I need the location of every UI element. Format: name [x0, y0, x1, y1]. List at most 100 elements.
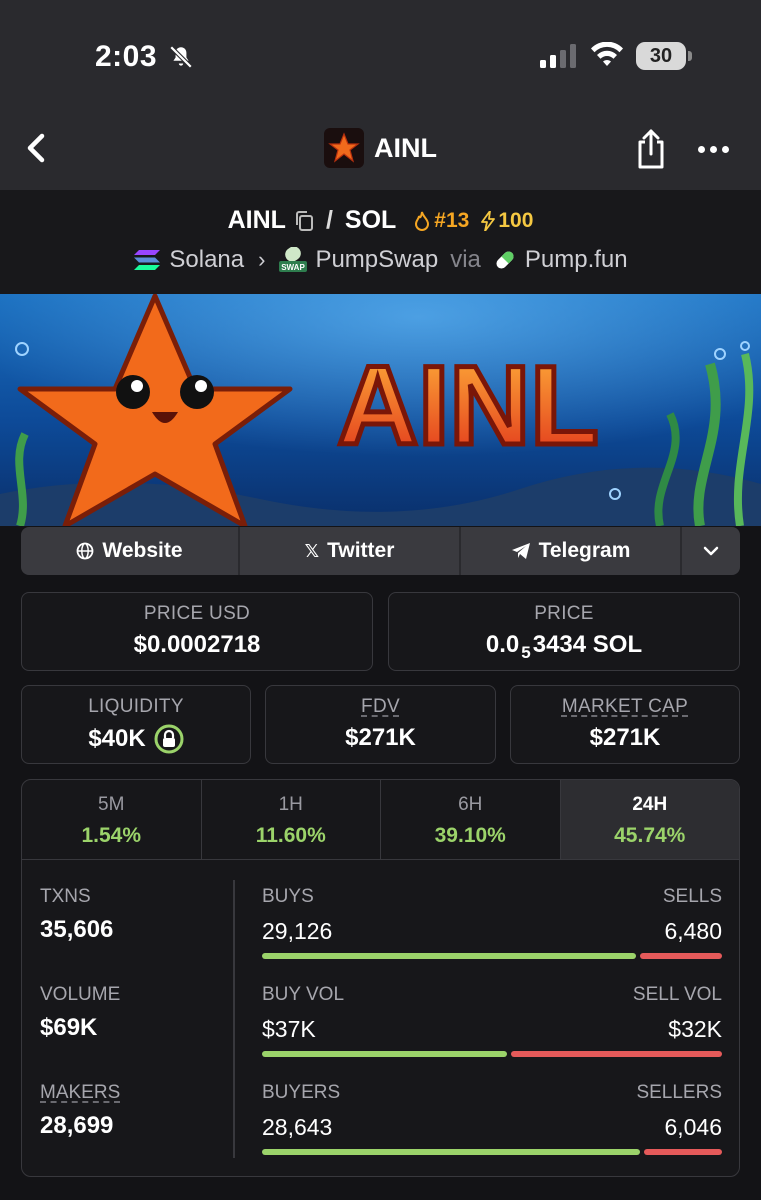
buy-vol-bar-fill [262, 1051, 507, 1057]
expand-links-button[interactable] [682, 527, 740, 575]
tab-1h[interactable]: 1H 11.60% [202, 780, 381, 859]
globe-icon [77, 542, 94, 560]
buys-sells-row: BUYS SELLS 29,126 6,480 [262, 886, 722, 959]
price-suffix: 3434 SOL [532, 631, 643, 658]
price-native-value: 0.0 5 3434 SOL [389, 631, 739, 662]
tab-change: 1.54% [81, 824, 142, 847]
price-zero-count: 5 [521, 643, 531, 662]
status-time: 2:03 [95, 40, 158, 73]
pumpswap-icon: SWAP [279, 247, 308, 272]
tab-change: 45.74% [614, 824, 686, 847]
lock-icon[interactable] [154, 724, 184, 754]
liquidity-value-row: $40K [22, 724, 250, 754]
sellers-bar-fill [643, 1149, 722, 1155]
volume-bar [262, 1051, 722, 1057]
tab-label: 1H [278, 794, 303, 815]
tab-label: 5M [98, 794, 125, 815]
base-token: AINL [227, 206, 286, 234]
timeframe-tabs: 5M 1.54% 1H 11.60% 6H 39.10% 24H 45.74% [22, 780, 739, 860]
buyers-sellers-row: BUYERS SELLERS 28,643 6,046 [262, 1082, 722, 1155]
battery-indicator: 30 [636, 42, 692, 70]
makers-value: 28,699 [40, 1112, 114, 1139]
more-options-button[interactable] [698, 136, 738, 162]
mcap-label-wrap: MARKET CAP [511, 696, 739, 718]
back-button[interactable] [18, 128, 54, 168]
sell-vol-label: SELL VOL [632, 984, 722, 1005]
dex-badge-text: SWAP [282, 263, 306, 272]
pumpfun-pill-icon [496, 251, 514, 269]
trading-stats-panel: 5M 1.54% 1H 11.60% 6H 39.10% 24H 45.74% … [21, 779, 740, 1177]
price-usd-card: PRICE USD $0.0002718 [21, 592, 373, 671]
nav-title: AINL [324, 128, 437, 168]
twitter-button[interactable]: 𝕏 Twitter [240, 527, 461, 575]
telegram-label: Telegram [538, 539, 631, 562]
liquidity-card: LIQUIDITY $40K [21, 685, 251, 764]
more-dot-icon [710, 145, 717, 153]
sells-bar-fill [640, 953, 722, 959]
tab-6h[interactable]: 6H 39.10% [381, 780, 561, 859]
token-banner: AINL [0, 294, 761, 526]
tab-label: 6H [458, 794, 483, 815]
price-usd-label: PRICE USD [143, 603, 251, 624]
mcap-label: MARKET CAP [561, 696, 689, 717]
boost-value: 100 [498, 208, 534, 232]
buy-vol-value: $37K [262, 1016, 316, 1042]
telegram-icon [511, 543, 530, 559]
txns-value: 35,606 [40, 916, 114, 943]
top-bar: 2:03 30 AINL [0, 0, 761, 190]
website-label: Website [102, 539, 183, 562]
silent-bell-icon [169, 45, 193, 69]
social-links-bar: Website 𝕏 Twitter Telegram [21, 527, 740, 575]
rank-value: #13 [434, 208, 470, 232]
mcap-value: $271K [589, 724, 661, 751]
sellers-label: SELLERS [636, 1082, 722, 1103]
telegram-button[interactable]: Telegram [461, 527, 682, 575]
solana-icon [134, 250, 161, 270]
more-dot-icon [698, 145, 705, 153]
buyers-value: 28,643 [262, 1114, 333, 1140]
tab-change: 39.10% [434, 824, 506, 847]
sells-label: SELLS [662, 886, 722, 907]
website-button[interactable]: Website [21, 527, 240, 575]
via-label: via [450, 246, 481, 273]
tab-change: 11.60% [255, 824, 326, 847]
liquidity-label: LIQUIDITY [88, 696, 184, 717]
chevron-down-icon [703, 546, 719, 556]
boost-badge[interactable]: 100 [481, 209, 533, 233]
fdv-label-wrap: FDV [266, 696, 495, 718]
sells-value: 6,480 [664, 918, 722, 944]
column-divider [233, 880, 235, 1158]
launchpad-name[interactable]: Pump.fun [525, 246, 628, 274]
dex-name[interactable]: PumpSwap [315, 246, 438, 274]
buys-value: 29,126 [262, 918, 333, 944]
price-native-card: PRICE 0.0 5 3434 SOL [388, 592, 740, 671]
flame-icon [415, 211, 430, 231]
twitter-label: Twitter [327, 539, 395, 562]
price-usd-value: $0.0002718 [133, 631, 261, 658]
wifi-icon [591, 42, 623, 66]
volume-value: $69K [40, 1014, 98, 1041]
battery-level: 30 [636, 42, 686, 70]
copy-icon[interactable] [294, 210, 314, 232]
buyers-label: BUYERS [262, 1082, 341, 1103]
tab-24h[interactable]: 24H 45.74% [560, 780, 739, 859]
banner-image: AINL [0, 294, 761, 526]
chain-name[interactable]: Solana [169, 246, 244, 274]
trending-rank[interactable]: #13 [414, 209, 469, 233]
starfish-icon [328, 132, 360, 163]
share-button[interactable] [632, 128, 670, 170]
tab-5m[interactable]: 5M 1.54% [22, 780, 202, 859]
pair-line: AINL / SOL #13 100 [0, 206, 761, 235]
buys-sells-bar [262, 953, 722, 959]
summary-column: TXNS 35,606 VOLUME $69K MAKERS 28,699 [22, 862, 234, 1176]
fdv-card[interactable]: FDV $271K [265, 685, 496, 764]
price-native-label: PRICE [534, 603, 594, 624]
makers-label[interactable]: MAKERS [40, 1082, 120, 1104]
buys-bar-fill [262, 953, 637, 959]
quote-token: SOL [344, 206, 397, 234]
token-logo [324, 128, 364, 168]
cellular-signal-icon [540, 44, 576, 68]
more-dot-icon [722, 145, 729, 153]
pair-separator: / [325, 206, 333, 234]
market-cap-card[interactable]: MARKET CAP $271K [510, 685, 740, 764]
